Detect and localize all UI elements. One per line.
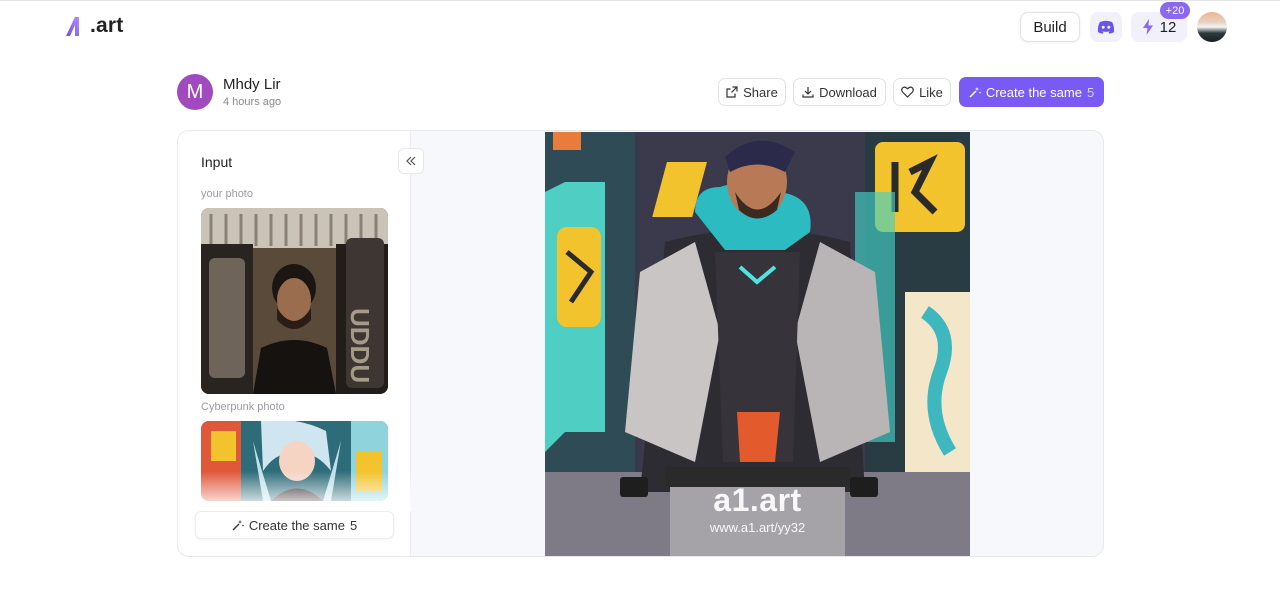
sidebar-create-label: Create the same bbox=[248, 517, 345, 533]
result-card: Input your photo UDDU Cyberpunk photo Cr… bbox=[177, 130, 1104, 557]
create-same-count: 5 bbox=[1086, 84, 1095, 100]
watermark-url: www.a1.art/yy32 bbox=[709, 520, 806, 535]
share-icon bbox=[726, 86, 738, 98]
download-label: Download bbox=[819, 84, 877, 100]
input-sidebar: Input your photo UDDU Cyberpunk photo Cr… bbox=[178, 131, 411, 556]
logo-icon bbox=[66, 17, 79, 36]
result-image[interactable]: a1.art www.a1.art/yy32 bbox=[545, 132, 970, 556]
author-name[interactable]: Mhdy Lir bbox=[223, 76, 281, 93]
create-same-button[interactable]: Create the same 5 bbox=[959, 77, 1104, 107]
create-same-label: Create the same bbox=[985, 84, 1082, 100]
credits-bonus-badge: +20 bbox=[1160, 2, 1190, 19]
like-button[interactable]: Like bbox=[893, 78, 951, 106]
post-time: 4 hours ago bbox=[223, 96, 282, 108]
watermark-logo: a1.art bbox=[713, 482, 802, 518]
user-avatar[interactable] bbox=[1197, 12, 1227, 42]
share-button[interactable]: Share bbox=[718, 78, 786, 106]
collapse-sidebar-button[interactable] bbox=[398, 148, 424, 174]
logo-text: .art bbox=[90, 14, 124, 37]
credits-value: 12 bbox=[1159, 18, 1177, 36]
sidebar-create-count: 5 bbox=[349, 517, 358, 533]
your-photo-thumbnail[interactable]: UDDU bbox=[201, 208, 388, 394]
heart-icon bbox=[901, 86, 914, 98]
input-title: Input bbox=[201, 154, 233, 170]
lightning-icon bbox=[1142, 19, 1153, 35]
magic-wand-icon bbox=[232, 520, 244, 531]
style-label: Cyberpunk photo bbox=[201, 401, 285, 413]
author-avatar[interactable]: M bbox=[177, 74, 213, 110]
magic-wand-icon bbox=[969, 87, 981, 98]
discord-button[interactable] bbox=[1090, 12, 1122, 42]
sidebar-create-same-button[interactable]: Create the same 5 bbox=[195, 511, 394, 539]
svg-text:UDDU: UDDU bbox=[345, 308, 375, 383]
sidebar-fade bbox=[178, 471, 411, 511]
top-divider bbox=[0, 0, 1280, 1]
logo[interactable]: .art bbox=[64, 12, 123, 40]
build-button[interactable]: Build bbox=[1020, 12, 1080, 42]
share-label: Share bbox=[743, 84, 778, 100]
double-chevron-left-icon bbox=[406, 156, 416, 166]
download-icon bbox=[802, 87, 814, 98]
download-button[interactable]: Download bbox=[793, 78, 886, 106]
discord-icon bbox=[1097, 20, 1115, 34]
your-photo-label: your photo bbox=[201, 188, 253, 200]
like-label: Like bbox=[919, 84, 943, 100]
